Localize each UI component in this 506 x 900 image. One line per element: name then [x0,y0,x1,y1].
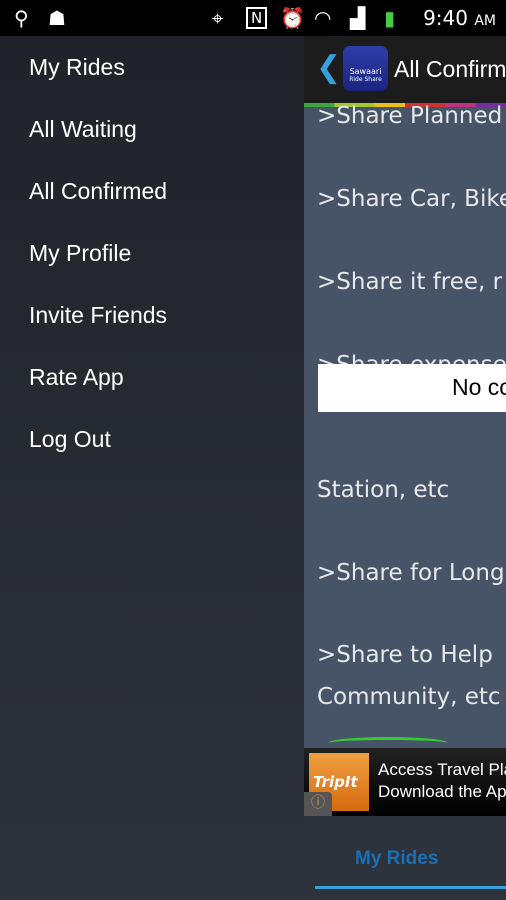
ad-line-2: Download the App [378,782,506,801]
content-line: >Share to Help [317,642,493,668]
drawer-item-invite-friends[interactable]: Invite Friends [29,302,167,329]
back-chevron-icon[interactable]: ❮ [316,50,341,85]
battery-charging-icon: ▮ [384,6,396,30]
status-bar: ⚲ ☗ ⌖ N ⏰ ◠ ▟ ▮ 9:40 AM [0,0,506,36]
alarm-icon: ⏰ [280,6,305,30]
info-icon[interactable]: ⓘ [304,792,332,816]
page-title: All Confirmed [394,56,506,82]
toast-message: No confirmed rides [318,364,506,412]
clock: 9:40 AM [423,6,496,30]
content-line: Community, etc [317,684,501,710]
signal-icon: ▟ [350,6,366,30]
tab-bar: My Rides [304,816,506,900]
drawer-item-my-rides[interactable]: My Rides [29,54,125,81]
tab-my-rides[interactable]: My Rides [355,848,438,870]
usb-icon: ⚲ [14,6,29,30]
ad-banner[interactable]: TripIt ⓘ Access Travel Plans Download th… [304,748,506,816]
content-line: >Share Planned [317,103,503,129]
app-logo[interactable]: Sawaari Ride Share [343,46,388,91]
main-panel: ❮ SawaariRide Share All Confirmed >Share… [304,36,506,900]
wifi-icon: ◠ [314,6,332,30]
action-bar: ❮ SawaariRide Share All Confirmed [304,36,506,104]
content-line: >Share it free, r [317,269,503,295]
content-area: >Share Planned >Share Car, Bike >Share i… [304,103,506,748]
navigation-drawer: My Rides All Waiting All Confirmed My Pr… [0,36,304,900]
drawer-item-all-confirmed[interactable]: All Confirmed [29,178,167,205]
content-line: Station, etc [317,477,450,503]
ad-line-1: Access Travel Plans [378,760,506,779]
drawer-item-my-profile[interactable]: My Profile [29,240,131,267]
content-line: >Share for Long [317,560,505,586]
active-tab-indicator [315,886,506,889]
drawer-item-log-out[interactable]: Log Out [29,426,111,453]
drawer-item-all-waiting[interactable]: All Waiting [29,116,137,143]
nfc-icon: N [246,7,268,29]
drawer-item-rate-app[interactable]: Rate App [29,364,124,391]
android-debug-icon: ☗ [48,6,66,30]
content-line: >Share Car, Bike [317,186,506,212]
gps-icon: ⌖ [212,6,224,30]
